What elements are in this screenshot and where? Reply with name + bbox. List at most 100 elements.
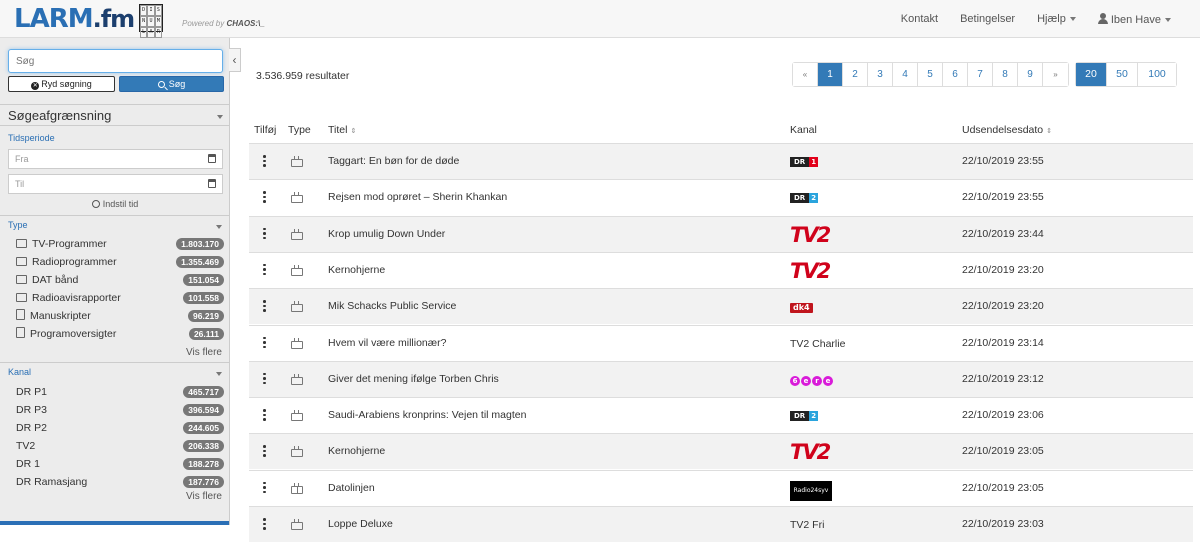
tv-icon xyxy=(291,410,303,422)
calendar-icon[interactable] xyxy=(208,154,216,163)
nav-help-dropdown[interactable]: Hjælp xyxy=(1026,13,1087,25)
channel-logo: DR 1 xyxy=(790,157,819,167)
channel-cell: DR 1 xyxy=(790,152,819,172)
more-options-icon[interactable] xyxy=(263,336,266,349)
program-title[interactable]: Kernohjerne xyxy=(328,264,385,276)
facet-type-manuskripter[interactable]: Manuskripter 96.219 xyxy=(16,307,224,325)
collapse-sidebar-button[interactable]: ‹ xyxy=(229,48,241,72)
table-row[interactable]: Loppe Deluxe TV2 Fri 22/10/2019 23:03 xyxy=(249,506,1193,542)
pagination-page[interactable]: 3 xyxy=(868,63,893,86)
more-options-icon[interactable] xyxy=(263,409,266,421)
more-options-icon[interactable] xyxy=(263,445,266,457)
show-more-types-link[interactable]: Vis flere xyxy=(186,347,222,358)
search-input[interactable] xyxy=(8,49,223,73)
column-header-dato[interactable]: Udsendelsesdato ⇕ xyxy=(962,124,1052,136)
program-title[interactable]: Krop umulig Down Under xyxy=(328,228,445,240)
pagination-page[interactable]: 4 xyxy=(893,63,918,86)
per-page-option[interactable]: 50 xyxy=(1107,63,1138,86)
program-title[interactable]: Kernohjerne xyxy=(328,445,385,457)
program-title[interactable]: Mik Schacks Public Service xyxy=(328,300,456,312)
table-row[interactable]: Kernohjerne TV2 22/10/2019 23:20 xyxy=(249,251,1193,288)
pagination-page[interactable]: 2 xyxy=(843,63,868,86)
table-row[interactable]: Mik Schacks Public Service dk4 22/10/2019 … xyxy=(249,288,1193,325)
list-document-icon xyxy=(16,327,25,338)
more-options-icon[interactable] xyxy=(263,191,266,203)
table-row[interactable]: Hvem vil være millionær? TV2 Charlie 22/10… xyxy=(249,324,1193,361)
per-page-option[interactable]: 100 xyxy=(1138,63,1176,86)
section-title-tidsperiode[interactable]: Tidsperiode xyxy=(8,133,55,143)
table-row[interactable]: Giver det mening ifølge Torben Chris 6 e r e… xyxy=(249,360,1193,397)
more-options-icon[interactable] xyxy=(263,263,266,276)
pagination: « 1 2 3 4 5 6 7 8 9 » xyxy=(792,62,1069,87)
section-title-kanal[interactable]: Kanal xyxy=(8,367,31,377)
facet-kanal-item[interactable]: DR 1 188.278 xyxy=(16,455,224,473)
table-row[interactable]: Kernohjerne TV2 22/10/2019 23:05 xyxy=(249,433,1193,470)
table-row[interactable]: Datolinjen Radio24syv 22/10/2019 23:05 xyxy=(249,469,1193,506)
from-date-field[interactable]: Fra xyxy=(8,149,223,169)
nav-user-dropdown[interactable]: Iben Have xyxy=(1087,12,1182,26)
program-title[interactable]: Loppe Deluxe xyxy=(328,518,393,530)
search-button[interactable]: Søg xyxy=(119,76,224,92)
pagination-first[interactable]: « xyxy=(793,63,818,86)
facet-type-tv[interactable]: TV-Programmer 1.803.170 xyxy=(16,235,224,253)
more-options-icon[interactable] xyxy=(263,227,266,240)
program-title[interactable]: Hvem vil være millionær? xyxy=(328,337,446,349)
results-count: 3.536.959 resultater xyxy=(256,70,350,82)
facet-kanal-item[interactable]: DR Ramasjang 187.776 xyxy=(16,473,224,491)
facet-type-radio[interactable]: Radioprogrammer 1.355.469 xyxy=(16,253,224,271)
program-title[interactable]: Giver det mening ifølge Torben Chris xyxy=(328,373,499,385)
program-title[interactable]: Saudi-Arabiens kronprins: Vejen til magt… xyxy=(328,409,526,421)
count-badge: 244.605 xyxy=(183,422,224,434)
broadcast-date: 22/10/2019 23:14 xyxy=(962,336,1044,349)
chevron-down-icon[interactable] xyxy=(216,372,222,376)
to-date-field[interactable]: Til xyxy=(8,174,223,194)
more-options-icon[interactable] xyxy=(263,155,266,167)
table-row[interactable]: Krop umulig Down Under TV2 22/10/2019 23:4… xyxy=(249,215,1193,252)
column-header-titel[interactable]: Titel ⇕ xyxy=(328,124,356,136)
channel-cell: TV2 xyxy=(790,442,831,463)
table-row[interactable]: Rejsen mod oprøret – Sherin Khankan DR 2 22… xyxy=(249,179,1193,215)
more-options-icon[interactable] xyxy=(263,481,266,494)
facet-kanal-item[interactable]: DR P3 396.594 xyxy=(16,401,224,419)
facet-kanal-item[interactable]: DR P1 465.717 xyxy=(16,383,224,401)
pagination-page[interactable]: 8 xyxy=(993,63,1018,86)
facet-type-radioavis[interactable]: Radioavisrapporter 101.558 xyxy=(16,289,224,307)
facet-type-dat[interactable]: DAT bånd 151.054 xyxy=(16,271,224,289)
table-row[interactable]: Saudi-Arabiens kronprins: Vejen til magt… xyxy=(249,397,1193,433)
tv-icon xyxy=(291,229,303,240)
show-more-channels-link[interactable]: Vis flere xyxy=(186,491,222,502)
larm-logo[interactable]: LARM.fm xyxy=(14,3,135,35)
more-options-icon[interactable] xyxy=(263,372,266,385)
pagination-last[interactable]: » xyxy=(1043,63,1068,86)
program-title[interactable]: Rejsen mod oprøret – Sherin Khankan xyxy=(328,191,507,203)
pagination-page[interactable]: 1 xyxy=(818,63,843,86)
channel-cell: Radio24syv xyxy=(790,479,832,501)
program-title[interactable]: Datolinjen xyxy=(328,482,375,494)
nav-kontakt[interactable]: Kontakt xyxy=(890,13,949,25)
count-badge: 101.558 xyxy=(183,292,224,304)
program-title[interactable]: Taggart: En bøn for de døde xyxy=(328,155,459,167)
clear-search-button[interactable]: ✕ Ryd søgning xyxy=(8,76,115,92)
pagination-page[interactable]: 7 xyxy=(968,63,993,86)
facet-heading[interactable]: Søgeafgrænsning xyxy=(0,104,229,126)
section-title-type[interactable]: Type xyxy=(8,220,28,230)
table-row[interactable]: Taggart: En bøn for de døde DR 1 22/10/2019… xyxy=(249,143,1193,179)
nav-betingelser[interactable]: Betingelser xyxy=(949,13,1026,25)
pagination-page[interactable]: 9 xyxy=(1018,63,1043,86)
chevron-down-icon[interactable] xyxy=(216,225,222,229)
facet-kanal-item[interactable]: TV2 206.338 xyxy=(16,437,224,455)
calendar-icon[interactable] xyxy=(208,179,216,188)
per-page-option[interactable]: 20 xyxy=(1076,63,1107,86)
facet-type-programoversigter[interactable]: Programoversigter 26.111 xyxy=(16,325,224,343)
pagination-page[interactable]: 6 xyxy=(943,63,968,86)
set-time-link[interactable]: Indstil tid xyxy=(0,199,229,209)
sort-icon[interactable]: ⇕ xyxy=(350,128,356,135)
sort-icon[interactable]: ⇕ xyxy=(1046,128,1052,135)
pagination-page[interactable]: 5 xyxy=(918,63,943,86)
channel-cell: TV2 Charlie xyxy=(790,334,845,354)
more-options-icon[interactable] xyxy=(263,300,266,312)
search-icon xyxy=(157,81,165,88)
chevron-down-icon xyxy=(1069,17,1076,22)
more-options-icon[interactable] xyxy=(263,518,266,530)
facet-kanal-item[interactable]: DR P2 244.605 xyxy=(16,419,224,437)
